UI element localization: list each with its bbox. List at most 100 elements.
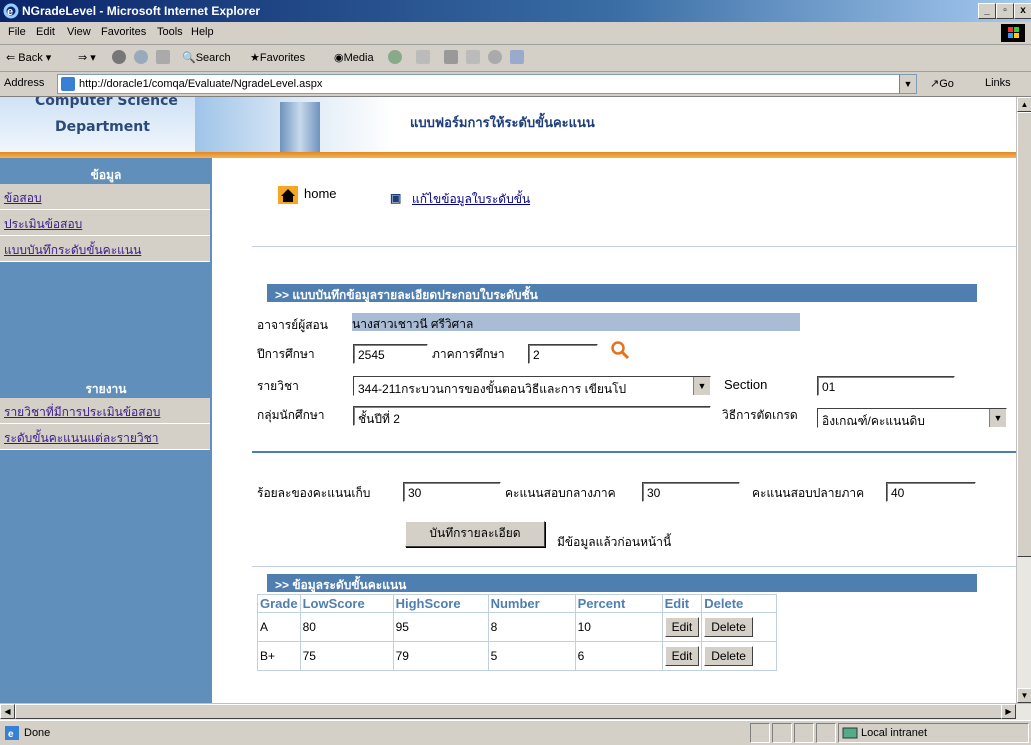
column-header: Number	[487, 594, 576, 613]
menu-bar: File Edit View Favorites Tools Help	[0, 22, 1031, 45]
number-cell: 5	[487, 641, 576, 671]
scroll-down-button[interactable]: ▼	[1017, 688, 1031, 703]
course-select[interactable]: 344-211กระบวนการของขั้นตอนวิธีและการ เขี…	[353, 376, 711, 396]
grading-method-label: วิธีการตัดเกรด	[722, 408, 798, 422]
grade-cell: A	[257, 612, 301, 642]
section-title: >> แบบบันทึกข้อมูลรายละเอียดประกอบใบระดั…	[275, 288, 538, 302]
final-label: คะแนนสอบปลายภาค	[752, 486, 865, 500]
delete-cell: Delete	[701, 612, 778, 642]
search-button[interactable]: 🔍Search	[182, 51, 231, 64]
edit-icon[interactable]	[466, 50, 480, 64]
svg-text:e: e	[7, 6, 13, 18]
final-input[interactable]: 40	[886, 482, 976, 502]
standard-toolbar: ⇐ Back ▾ ⇒ ▾ 🔍Search ★Favorites ◉Media	[0, 45, 1031, 72]
edit-row-button[interactable]: Edit	[664, 617, 700, 637]
number-cell: 8	[487, 612, 576, 642]
ie-logo-icon: e	[3, 3, 19, 19]
menu-edit[interactable]: Edit	[36, 26, 55, 38]
department-line2: Department	[55, 119, 150, 135]
section-input[interactable]: 01	[817, 376, 955, 396]
grading-method-value: อิงเกณฑ์/คะแนนดิบ	[822, 414, 925, 428]
sidebar-item-evaluated-courses[interactable]: รายวิชาที่มีการประเมินข้อสอบ	[0, 398, 210, 424]
lowscore-cell: 80	[299, 612, 394, 642]
sidebar-item-evaluate-exam[interactable]: ประเมินข้อสอบ	[0, 210, 210, 236]
delete-row-button[interactable]: Delete	[704, 617, 753, 637]
menu-favorites[interactable]: Favorites	[101, 26, 146, 38]
student-group-input[interactable]: ชั้นปีที่ 2	[353, 406, 711, 426]
menu-view[interactable]: View	[67, 26, 91, 38]
midterm-label: คะแนนสอบกลางภาค	[505, 486, 616, 500]
edit-grade-link[interactable]: แก้ไขข้อมูลใบระดับขั้น	[412, 190, 530, 209]
column-header: Percent	[574, 594, 663, 613]
history-icon[interactable]	[388, 50, 402, 64]
refresh-icon[interactable]	[134, 50, 148, 64]
table-header-row: Grade LowScore HighScore Number Percent …	[257, 594, 778, 613]
window-title-bar[interactable]: e NGradeLevel - Microsoft Internet Explo…	[0, 0, 1031, 22]
arrow-icon: ▣	[390, 191, 402, 205]
home-icon[interactable]	[156, 50, 170, 64]
minimize-button[interactable]: _	[978, 3, 996, 19]
edit-row-button[interactable]: Edit	[664, 646, 700, 666]
stop-icon[interactable]	[112, 50, 126, 64]
home-label: home	[304, 186, 337, 201]
scroll-right-button[interactable]: ▶	[1001, 704, 1016, 719]
address-dropdown-button[interactable]: ▼	[899, 75, 916, 93]
back-label: Back	[18, 52, 43, 64]
midterm-input[interactable]: 30	[642, 482, 740, 502]
save-details-button[interactable]: บันทึกรายละเอียด	[405, 521, 545, 547]
year-input[interactable]: 2545	[353, 344, 428, 364]
sidebar-item-exam[interactable]: ข้อสอบ	[0, 184, 210, 210]
horizontal-scrollbar[interactable]: ◀ ▶	[0, 703, 1031, 720]
menu-help[interactable]: Help	[191, 26, 214, 38]
go-button[interactable]: ↗Go	[930, 77, 954, 90]
edit-cell: Edit	[661, 612, 703, 642]
student-group-label: กลุ่มนักศึกษา	[257, 408, 325, 422]
mail-icon[interactable]	[416, 50, 430, 64]
delete-row-button[interactable]: Delete	[704, 646, 753, 666]
year-label: ปีการศึกษา	[257, 347, 315, 361]
scroll-thumb[interactable]	[15, 704, 1003, 719]
vertical-scrollbar[interactable]: ▲ ▼	[1016, 97, 1031, 703]
go-label: Go	[939, 78, 954, 90]
term-input[interactable]: 2	[528, 344, 598, 364]
page-title: แบบฟอร์มการให้ระดับขั้นคะแนน	[410, 115, 595, 130]
favorites-button[interactable]: ★Favorites	[250, 51, 305, 64]
close-button[interactable]: x	[1014, 3, 1031, 19]
back-button[interactable]: ⇐ Back ▾	[6, 51, 51, 64]
menu-file[interactable]: File	[8, 26, 26, 38]
term-label: ภาคการศึกษา	[432, 347, 505, 361]
print-icon[interactable]	[444, 50, 458, 64]
search-icon[interactable]	[610, 340, 630, 360]
sidebar-item-label: ประเมินข้อสอบ	[4, 217, 83, 231]
links-button[interactable]: Links	[985, 77, 1011, 89]
messenger-icon[interactable]	[510, 50, 524, 64]
section-header-detail: >> แบบบันทึกข้อมูลรายละเอียดประกอบใบระดั…	[267, 284, 977, 302]
home-link[interactable]: home	[278, 186, 358, 208]
maximize-button[interactable]: ▫	[996, 3, 1014, 19]
sidebar-item-grade-levels[interactable]: ระดับขั้นคะแนนแต่ละรายวิชา	[0, 424, 210, 450]
grading-method-select[interactable]: อิงเกณฑ์/คะแนนดิบ ▼	[817, 408, 1007, 428]
intranet-icon	[842, 727, 858, 739]
favorites-label: Favorites	[259, 52, 306, 64]
collected-score-label: ร้อยละของคะแนนเก็บ	[257, 486, 371, 500]
menu-tools[interactable]: Tools	[157, 26, 183, 38]
address-bar: Address http://doracle1/comqa/Evaluate/N…	[0, 72, 1031, 97]
column-header: Grade	[257, 594, 301, 613]
scroll-thumb[interactable]	[1017, 112, 1031, 557]
divider	[252, 246, 1016, 247]
sidebar: ข้อมูล ข้อสอบ ประเมินข้อสอบ แบบบันทึกระด…	[0, 158, 212, 703]
forward-button[interactable]: ⇒ ▾	[78, 51, 96, 64]
status-panel	[816, 723, 836, 743]
column-header: HighScore	[392, 594, 489, 613]
address-input[interactable]: http://doracle1/comqa/Evaluate/NgradeLev…	[57, 74, 917, 94]
discuss-icon[interactable]	[488, 50, 502, 64]
media-button[interactable]: ◉Media	[334, 51, 374, 64]
section-title: >> ข้อมูลระดับขั้นคะแนน	[275, 578, 407, 592]
scroll-left-button[interactable]: ◀	[0, 704, 15, 719]
scroll-up-button[interactable]: ▲	[1017, 97, 1031, 112]
status-panel	[750, 723, 770, 743]
collected-score-input[interactable]: 30	[403, 482, 501, 502]
sidebar-item-grade-record[interactable]: แบบบันทึกระดับขั้นคะแนน	[0, 236, 210, 262]
media-label: Media	[343, 52, 374, 64]
edit-cell: Edit	[661, 641, 703, 671]
